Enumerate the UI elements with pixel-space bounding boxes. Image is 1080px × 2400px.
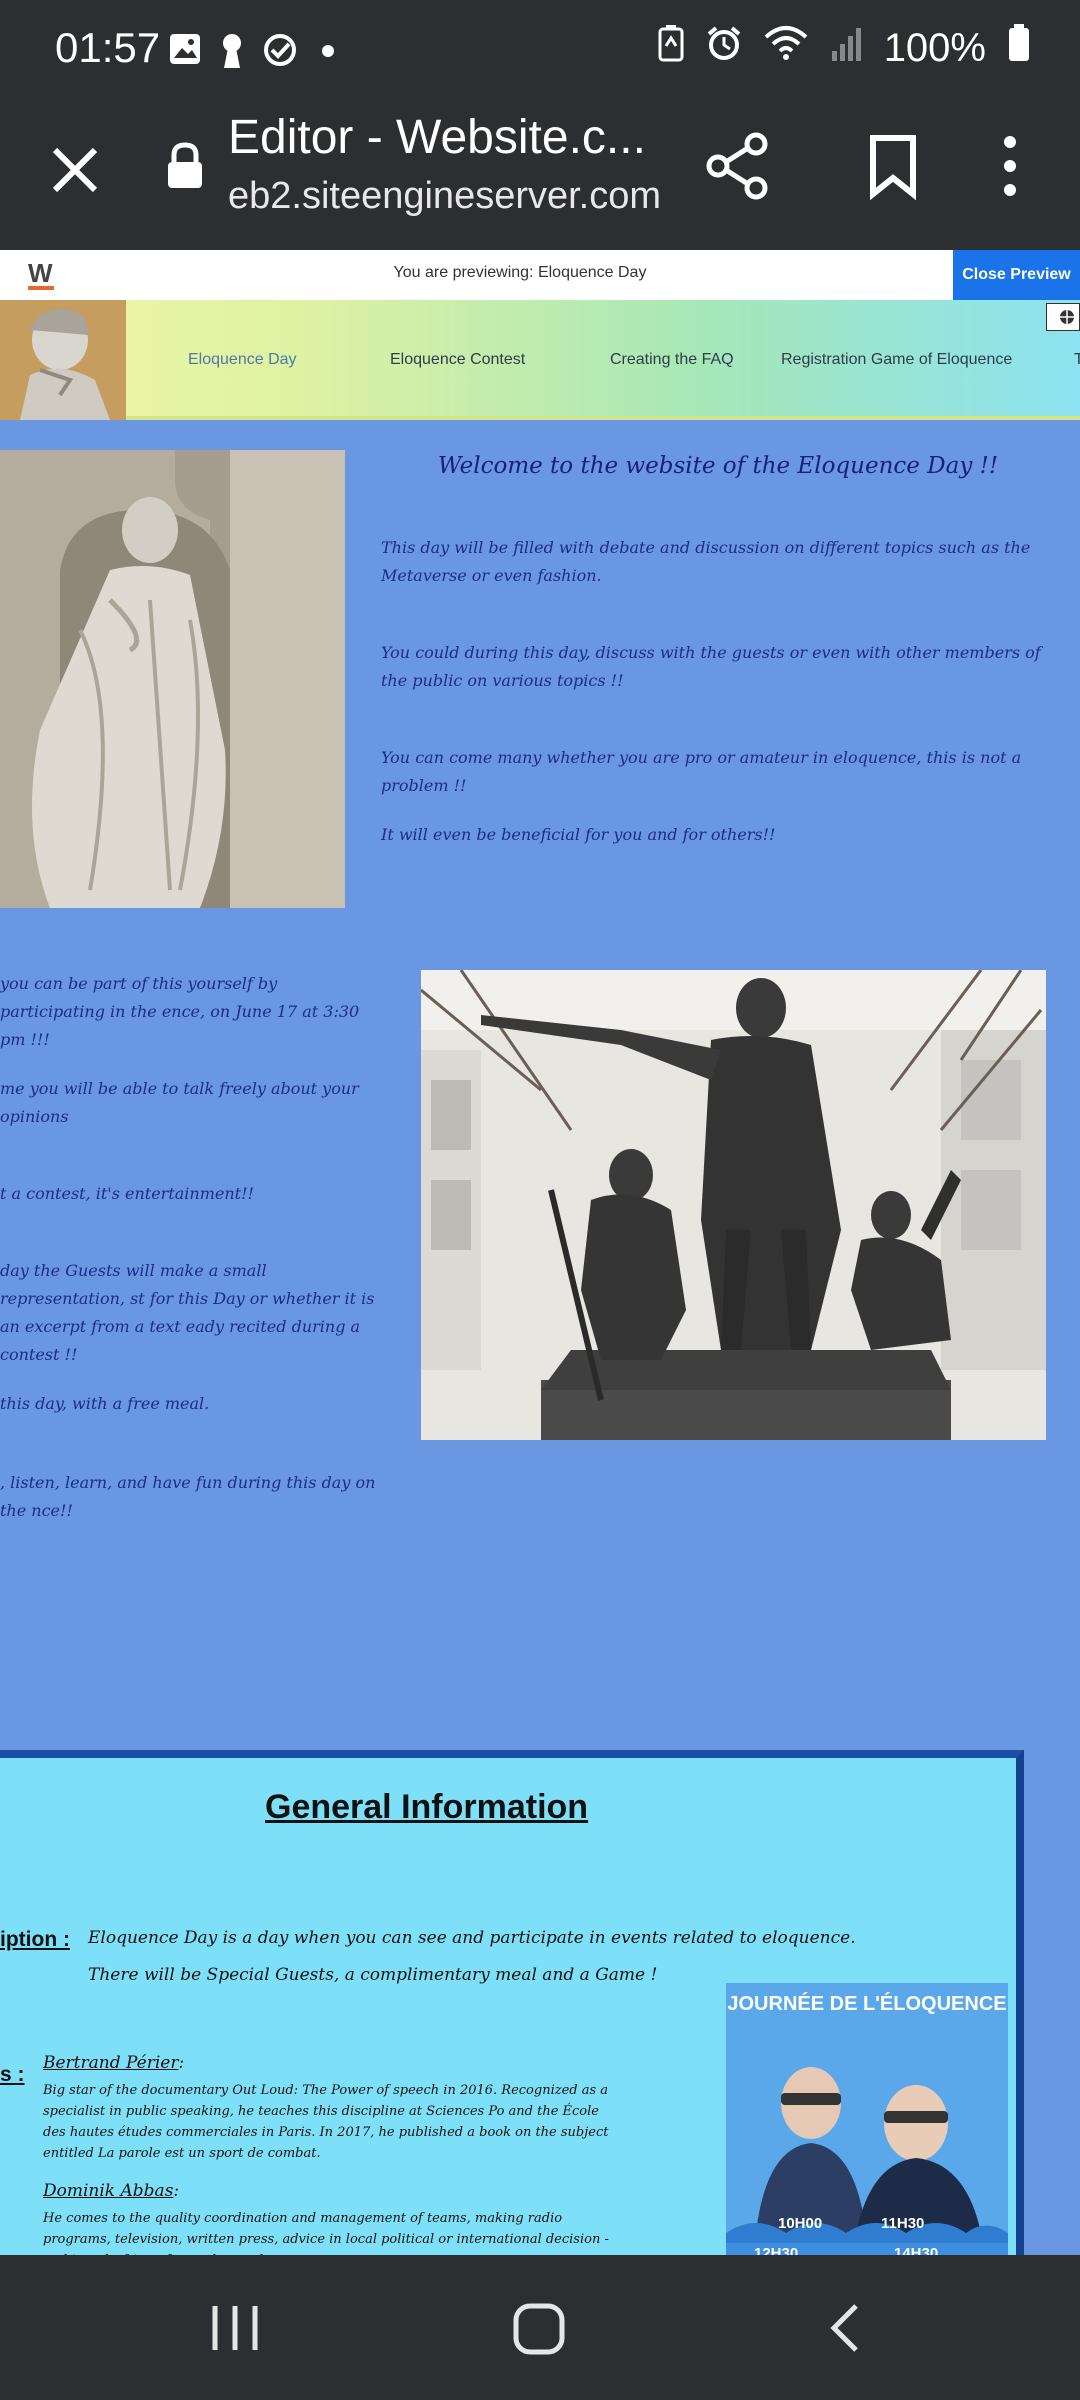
- guest-bio: Big star of the documentary Out Loud: Th…: [43, 2083, 609, 2161]
- welcome-paragraph: You can come many whether you are pro or…: [381, 748, 1022, 795]
- home-icon: [513, 2303, 565, 2355]
- poster-time: 10H00: [778, 2215, 823, 2232]
- site-logo-statue-image[interactable]: [0, 300, 126, 420]
- lock-icon: [165, 142, 205, 195]
- event-poster-image: JOURNÉE DE L'ÉLOQUENCE 10H00 11H30 12H30…: [726, 1983, 1008, 2255]
- web-content[interactable]: W You are previewing: Eloquence Day Clos…: [0, 250, 1080, 2255]
- guests-label: s :: [0, 2063, 25, 2086]
- guest-bio: He comes to the quality coordination and…: [43, 2211, 609, 2255]
- welcome-title: Welcome to the website of the Eloquence …: [437, 453, 999, 479]
- poster-time: 12H30: [754, 2245, 799, 2255]
- section-paragraph: you can be part of this yourself by part…: [0, 974, 360, 1049]
- section-paragraph: t a contest, it's entertainment!!: [0, 1184, 254, 1203]
- logo-underline: [28, 286, 54, 290]
- home-button[interactable]: [510, 2300, 570, 2361]
- section-paragraph: , listen, learn, and have fun during thi…: [0, 1473, 376, 1520]
- bronze-statue-image: [421, 970, 1046, 1440]
- back-button[interactable]: [820, 2300, 870, 2361]
- guest-name: Dominik Abbas :: [43, 2181, 179, 2201]
- guest-name-text: Bertrand Périer: [43, 2053, 179, 2073]
- bookmark-button[interactable]: [855, 128, 931, 209]
- globe-icon: [1060, 310, 1074, 324]
- close-icon: [52, 147, 98, 193]
- guest-name-text: Dominik Abbas: [43, 2181, 174, 2201]
- poster-time: 11H30: [881, 2215, 925, 2232]
- nav-item-registration-game[interactable]: Registration Game of Eloquence: [781, 351, 1012, 369]
- description-label: iption :: [0, 1928, 70, 1951]
- status-bar: 01:57 100%: [0, 0, 1080, 100]
- nav-item-eloquence-day[interactable]: Eloquence Day: [188, 351, 297, 369]
- battery-percent: 100%: [883, 25, 986, 70]
- recent-apps-button[interactable]: [205, 2300, 265, 2361]
- section-paragraph: me you will be able to talk freely about…: [0, 1079, 359, 1126]
- preview-message: You are previewing: Eloquence Day: [393, 264, 647, 281]
- guest-name: Bertrand Périer :: [43, 2053, 184, 2073]
- battery-icon: [1008, 24, 1030, 72]
- wifi-icon: [764, 25, 808, 71]
- welcome-paragraph: You could during this day, discuss with …: [381, 643, 1041, 690]
- system-navigation-bar: [0, 2255, 1080, 2400]
- welcome-paragraph: It will even be beneficial for you and f…: [381, 825, 776, 844]
- signal-icon: [830, 26, 862, 71]
- guest-name-colon: :: [173, 2181, 180, 2201]
- notification-dot-icon: [322, 44, 334, 62]
- status-time: 01:57: [55, 24, 161, 71]
- back-icon: [830, 2304, 858, 2352]
- more-options-button[interactable]: [985, 128, 1035, 209]
- more-vert-icon: [1004, 136, 1016, 196]
- status-icons: 100%: [658, 24, 1030, 72]
- description-text: Eloquence Day is a day when you can see …: [88, 1928, 856, 1948]
- statue-image-left: [0, 450, 345, 908]
- alarm-icon: [706, 25, 742, 71]
- description-text: There will be Special Guests, a complime…: [88, 1965, 658, 1985]
- general-information-title: General Information: [265, 1788, 589, 1826]
- welcome-paragraph: This day will be filled with debate and …: [381, 538, 1031, 585]
- page-title[interactable]: Editor - Website.c...: [228, 110, 646, 165]
- battery-saver-icon: [658, 24, 684, 72]
- poster-time: 14H30: [894, 2245, 939, 2255]
- browser-toolbar: Editor - Website.c... eb2.siteengineserv…: [0, 100, 1080, 250]
- preview-bar: W You are previewing: Eloquence Day Clos…: [0, 250, 1080, 300]
- nav-item-creating-faq[interactable]: Creating the FAQ: [610, 351, 734, 369]
- recent-apps-icon: [212, 2306, 258, 2350]
- page-url[interactable]: eb2.siteengineserver.com: [228, 175, 661, 218]
- section-paragraph: this day, with a free meal.: [0, 1394, 210, 1413]
- section-paragraph: day the Guests will make a small represe…: [0, 1261, 375, 1364]
- poster-title: JOURNÉE DE L'ÉLOQUENCE: [727, 1993, 1007, 2015]
- close-tab-button[interactable]: [40, 135, 110, 205]
- guest-name-colon: :: [178, 2053, 185, 2073]
- language-button[interactable]: [1046, 303, 1080, 331]
- keyhole-icon: [218, 32, 246, 75]
- check-circle-icon: [262, 32, 298, 73]
- nav-item-truncated[interactable]: T: [1074, 351, 1080, 369]
- nav-item-eloquence-contest[interactable]: Eloquence Contest: [390, 351, 525, 369]
- bookmark-icon: [870, 135, 916, 201]
- general-information-section: General Information iption : Eloquence D…: [0, 1750, 1024, 2255]
- share-icon: [706, 132, 768, 200]
- share-button[interactable]: [700, 128, 776, 209]
- site-navigation: Eloquence Day Eloquence Contest Creating…: [0, 300, 1080, 420]
- close-preview-button[interactable]: Close Preview: [953, 250, 1080, 300]
- gallery-icon: [168, 32, 202, 71]
